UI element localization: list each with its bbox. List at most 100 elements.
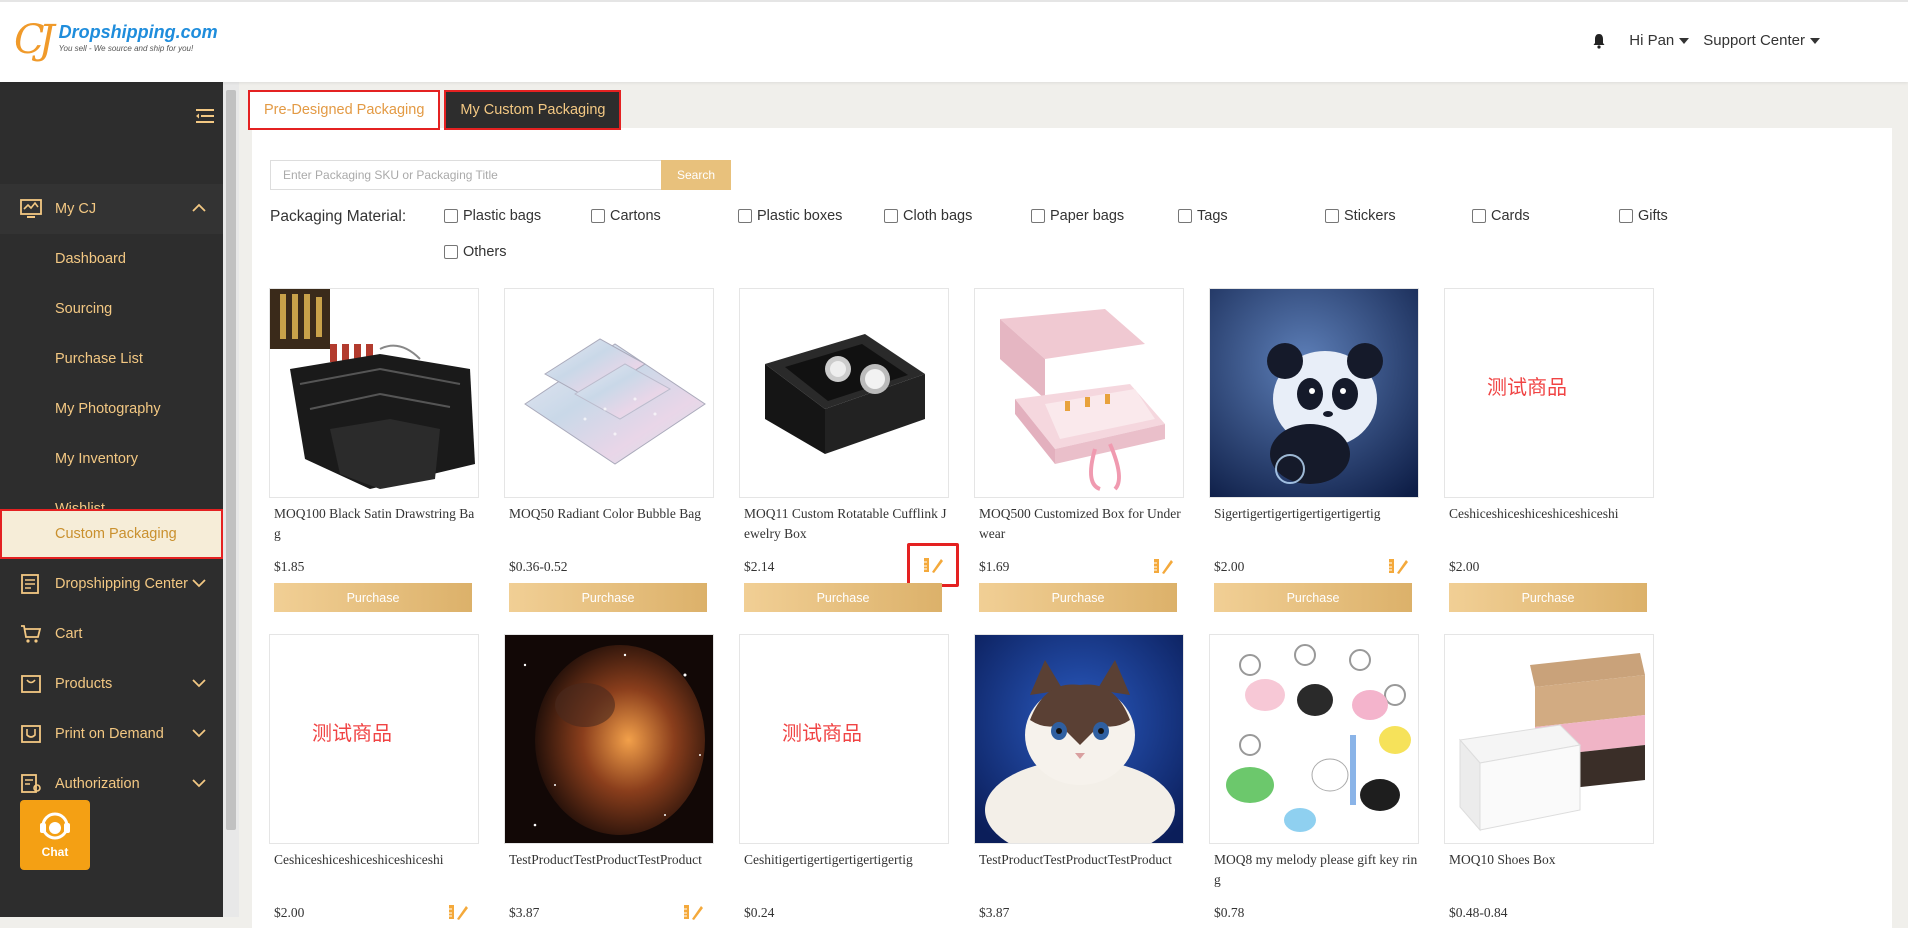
menu-collapse-icon[interactable]	[196, 108, 214, 124]
filter-paper-bags[interactable]: Paper bags	[1031, 208, 1124, 224]
search-button[interactable]: Search	[661, 160, 731, 190]
product-title[interactable]: Sigertigertigertigertigertigertig	[1209, 504, 1419, 544]
product-title[interactable]: MOQ10 Shoes Box	[1444, 850, 1654, 890]
checkbox[interactable]	[1031, 209, 1045, 223]
product-image-holographic-bubble-bags[interactable]	[504, 288, 714, 498]
product-title[interactable]: TestProductTestProductTestProduct	[504, 850, 714, 890]
tab-pre-designed-packaging[interactable]: Pre-Designed Packaging	[248, 90, 441, 130]
product-title[interactable]: Ceshiceshiceshiceshiceshiceshi	[1444, 504, 1654, 544]
purchase-button[interactable]: Purchase	[274, 583, 472, 612]
sidebar-item-dashboard[interactable]: Dashboard	[0, 234, 223, 284]
sidebar-item-sourcing[interactable]: Sourcing	[0, 284, 223, 334]
filter-label: Plastic boxes	[757, 208, 843, 224]
product-title[interactable]: Ceshiceshiceshiceshiceshiceshi	[269, 850, 479, 890]
product-title[interactable]: MOQ100 Black Satin Drawstring Bag	[269, 504, 479, 544]
product-image-test-text[interactable]: 测试商品	[269, 634, 479, 844]
tab-my-custom-packaging[interactable]: My Custom Packaging	[444, 90, 622, 130]
product-card[interactable]: 测试商品 Ceshiceshiceshiceshiceshiceshi $2.0…	[1444, 288, 1654, 612]
purchase-button[interactable]: Purchase	[509, 583, 707, 612]
filter-cards[interactable]: Cards	[1472, 208, 1530, 224]
product-card[interactable]: MOQ8 my melody please gift key ring $0.7…	[1209, 634, 1419, 920]
checkbox[interactable]	[591, 209, 605, 223]
product-image-shoe-boxes[interactable]	[1444, 634, 1654, 844]
product-image-panda[interactable]	[1209, 288, 1419, 498]
product-image-black-satin-bags[interactable]	[269, 288, 479, 498]
chat-button[interactable]: Chat	[20, 800, 90, 870]
purchase-button[interactable]: Purchase	[979, 583, 1177, 612]
sidebar-item-cart[interactable]: Cart	[0, 609, 223, 659]
filter-cartons[interactable]: Cartons	[591, 208, 661, 224]
product-price: $3.87	[979, 905, 1010, 920]
filter-plastic-bags[interactable]: Plastic bags	[444, 208, 541, 224]
product-image-test-text[interactable]: 测试商品	[1444, 288, 1654, 498]
product-image-pink-gift-box[interactable]	[974, 288, 1184, 498]
support-center-menu[interactable]: Support Center	[1703, 32, 1820, 49]
filter-stickers[interactable]: Stickers	[1325, 208, 1396, 224]
product-title[interactable]: Ceshitigertigertigertigertigertig	[739, 850, 949, 890]
purchase-button[interactable]: Purchase	[1449, 583, 1647, 612]
search-bar: Search	[270, 160, 731, 190]
filter-others[interactable]: Others	[444, 244, 507, 260]
filter-label: Gifts	[1638, 208, 1668, 224]
product-card[interactable]: MOQ11 Custom Rotatable Cufflink Jewelry …	[739, 288, 959, 612]
search-input[interactable]	[270, 160, 661, 190]
product-title[interactable]: MOQ50 Radiant Color Bubble Bag	[504, 504, 714, 544]
product-card[interactable]: MOQ10 Shoes Box $0.48-0.84	[1444, 634, 1654, 920]
sidebar-item-dropshipping-center[interactable]: Dropshipping Center	[0, 559, 223, 609]
product-image-ragdoll-cat[interactable]	[974, 634, 1184, 844]
pencil-ruler-icon[interactable]	[447, 903, 469, 921]
checkbox[interactable]	[1472, 209, 1486, 223]
monitor-chart-icon	[20, 199, 42, 218]
filter-label: Tags	[1197, 208, 1228, 224]
product-title[interactable]: TestProductTestProductTestProduct	[974, 850, 1184, 890]
product-image-keychains[interactable]	[1209, 634, 1419, 844]
product-card[interactable]: MOQ500 Customized Box for Underwear $1.6…	[974, 288, 1184, 612]
product-card[interactable]: TestProductTestProductTestProduct $3.87	[504, 634, 714, 920]
product-card[interactable]: MOQ50 Radiant Color Bubble Bag $0.36-0.5…	[504, 288, 714, 612]
checkbox[interactable]	[444, 209, 458, 223]
product-card[interactable]: MOQ100 Black Satin Drawstring Bag $1.85 …	[269, 288, 479, 612]
sidebar-item-my-cj[interactable]: My CJ	[0, 184, 223, 234]
product-card[interactable]: TestProductTestProductTestProduct $3.87	[974, 634, 1184, 920]
checkbox[interactable]	[1325, 209, 1339, 223]
filter-label: Paper bags	[1050, 208, 1125, 224]
cj-logo[interactable]: CJ Dropshipping.com You sell - We source…	[14, 20, 218, 60]
filter-plastic-boxes[interactable]: Plastic boxes	[738, 208, 842, 224]
pencil-ruler-icon[interactable]	[1387, 557, 1409, 575]
product-card[interactable]: 测试商品 Ceshitigertigertigertigertigertig $…	[739, 634, 949, 920]
checkbox[interactable]	[1178, 209, 1192, 223]
product-image-cufflink-box[interactable]	[739, 288, 949, 498]
sidebar: My CJ Dashboard Sourcing Purchase List M…	[0, 82, 223, 917]
product-card[interactable]: Sigertigertigertigertigertigertig $2.00 …	[1209, 288, 1419, 612]
pencil-ruler-icon[interactable]	[682, 903, 704, 921]
sidebar-item-print-on-demand[interactable]: Print on Demand	[0, 709, 223, 759]
product-title[interactable]: MOQ8 my melody please gift key ring	[1209, 850, 1419, 890]
product-image-nebula[interactable]	[504, 634, 714, 844]
bell-icon[interactable]	[1591, 33, 1607, 49]
sidebar-scrollbar-thumb[interactable]	[226, 90, 236, 830]
product-image-test-text[interactable]: 测试商品	[739, 634, 949, 844]
user-menu[interactable]: Hi Pan	[1629, 32, 1690, 49]
purchase-button[interactable]: Purchase	[744, 583, 942, 612]
purchase-button[interactable]: Purchase	[1214, 583, 1412, 612]
pencil-ruler-icon[interactable]	[1152, 557, 1174, 575]
checkbox[interactable]	[1619, 209, 1633, 223]
filter-tags[interactable]: Tags	[1178, 208, 1228, 224]
product-card[interactable]: 测试商品 Ceshiceshiceshiceshiceshiceshi $2.0…	[269, 634, 479, 920]
checkbox[interactable]	[884, 209, 898, 223]
filter-gifts[interactable]: Gifts	[1619, 208, 1668, 224]
sidebar-item-products[interactable]: Products	[0, 659, 223, 709]
support-center-label: Support Center	[1703, 32, 1805, 49]
checkbox[interactable]	[444, 245, 458, 259]
customize-tools-button[interactable]	[907, 543, 959, 587]
checkbox[interactable]	[738, 209, 752, 223]
sidebar-item-custom-packaging[interactable]: Custom Packaging	[0, 509, 223, 559]
sidebar-item-my-inventory[interactable]: My Inventory	[0, 434, 223, 484]
sidebar-item-my-photography[interactable]: My Photography	[0, 384, 223, 434]
print-shirt-icon	[21, 725, 41, 743]
sidebar-item-purchase-list[interactable]: Purchase List	[0, 334, 223, 384]
product-title[interactable]: MOQ11 Custom Rotatable Cufflink Jewelry …	[739, 504, 949, 544]
product-title[interactable]: MOQ500 Customized Box for Underwear	[974, 504, 1184, 544]
filter-cloth-bags[interactable]: Cloth bags	[884, 208, 972, 224]
filter-label: Others	[463, 244, 507, 260]
